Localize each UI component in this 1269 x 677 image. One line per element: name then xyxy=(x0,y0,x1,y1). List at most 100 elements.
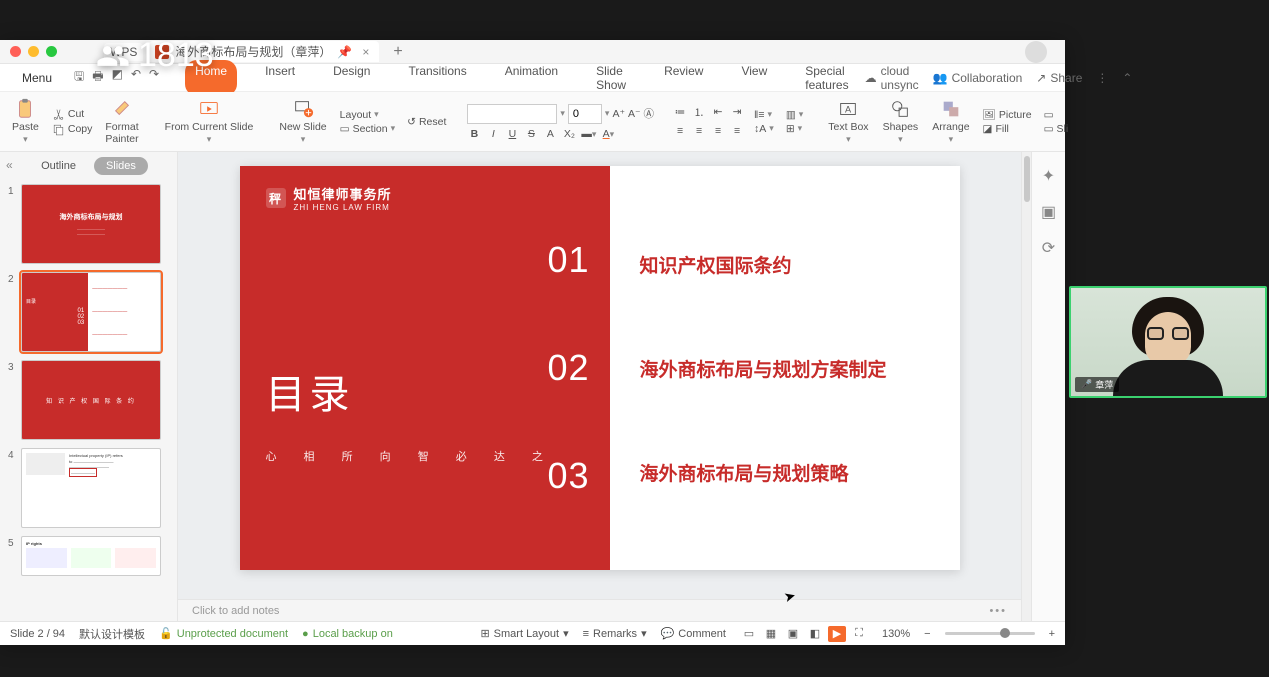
highlight-color-button[interactable]: ▬▾ xyxy=(581,128,596,140)
webcam-feed[interactable]: 🎤 章萍 xyxy=(1069,286,1267,398)
fill-button[interactable]: ◪ Fill xyxy=(983,123,1032,135)
protection-status[interactable]: 🔓 Unprotected document xyxy=(159,627,288,640)
subscript-button[interactable]: X₂ xyxy=(562,128,576,140)
new-slide-button[interactable]: New Slide▾ xyxy=(275,98,330,145)
underline-button[interactable]: U xyxy=(505,128,519,140)
share-button[interactable]: ↗ Share xyxy=(1036,71,1082,85)
slide-thumbnail-3[interactable]: 知 识 产 权 国 际 条 约 xyxy=(21,360,161,440)
reset-button[interactable]: ↺ Reset xyxy=(407,116,446,128)
font-color-button[interactable]: A▾ xyxy=(601,128,615,140)
font-family-input[interactable] xyxy=(467,104,557,124)
remarks-button[interactable]: ≡ Remarks ▾ xyxy=(583,627,647,640)
pin-icon[interactable]: 📌 xyxy=(337,45,352,59)
arrange-button[interactable]: Arrange▾ xyxy=(928,98,973,145)
text-box-button[interactable]: A Text Box▾ xyxy=(824,98,872,145)
text-direction-button[interactable]: ↕A▾ xyxy=(754,123,774,135)
reading-view-icon[interactable]: ▣ xyxy=(784,626,802,642)
comment-button[interactable]: 💬 Comment xyxy=(661,627,726,640)
ribbon-tab-insert[interactable]: Insert xyxy=(255,60,305,96)
text-effect-button[interactable]: A xyxy=(543,128,557,140)
align-left-icon[interactable]: ≡ xyxy=(672,123,688,139)
qat-save-icon[interactable]: 🖫 xyxy=(74,67,84,88)
chevron-down-icon[interactable]: ▾ xyxy=(605,108,610,119)
ribbon-tab-special[interactable]: Special features xyxy=(795,60,858,96)
fit-view-icon[interactable]: ⛶ xyxy=(850,626,868,642)
backup-status[interactable]: ● Local backup on xyxy=(302,628,393,640)
slide-canvas[interactable]: 秤 知恒律师事务所 ZHI HENG LAW FIRM 目录 心 相 所 向 智… xyxy=(178,152,1021,599)
slide-thumbnail-1[interactable]: 海外商标布局与规划—————————————— xyxy=(21,184,161,264)
tab-close-button[interactable]: × xyxy=(358,45,373,59)
kebab-menu-icon[interactable]: ⋮ xyxy=(1096,71,1108,85)
slideshow-play-icon[interactable]: ▶ xyxy=(828,626,846,642)
user-avatar[interactable] xyxy=(1025,41,1047,63)
section-button[interactable]: ▭ Section▾ xyxy=(340,123,395,135)
picture-button[interactable]: 🖼 Picture xyxy=(983,108,1032,121)
increase-indent-icon[interactable]: ⇥ xyxy=(729,104,745,120)
window-minimize-button[interactable] xyxy=(28,46,39,57)
magic-icon[interactable]: ✦ xyxy=(1042,166,1055,186)
notes-view-icon[interactable]: ◧ xyxy=(806,626,824,642)
slide-thumbnail-2[interactable]: 目录010203 ————————————————————— xyxy=(21,272,161,352)
current-slide[interactable]: 秤 知恒律师事务所 ZHI HENG LAW FIRM 目录 心 相 所 向 智… xyxy=(240,166,960,570)
from-current-slide-button[interactable]: From Current Slide▾ xyxy=(161,98,258,145)
columns-button[interactable]: ▥▾ xyxy=(786,109,803,121)
paste-button[interactable]: Paste▾ xyxy=(8,98,43,145)
cut-button[interactable]: Cut xyxy=(52,108,93,121)
align-objects-button[interactable]: ⊞▾ xyxy=(786,123,803,135)
slide-size-button[interactable]: ▭ Sli xyxy=(1044,123,1069,135)
outline-button[interactable]: ▭ xyxy=(1044,109,1069,121)
zoom-level[interactable]: 130% xyxy=(882,628,910,640)
line-spacing-button[interactable]: ‖≡▾ xyxy=(754,109,774,121)
collaboration-button[interactable]: 👥 Collaboration xyxy=(933,71,1023,85)
slides-tab[interactable]: Slides xyxy=(94,157,148,175)
ribbon-tab-animation[interactable]: Animation xyxy=(495,60,568,96)
slide-counter[interactable]: Slide 2 / 94 xyxy=(10,628,65,640)
layout-button[interactable]: Layout▾ xyxy=(340,109,395,121)
bold-button[interactable]: B xyxy=(467,128,481,140)
notes-pane[interactable]: Click to add notes ••• xyxy=(178,599,1021,621)
collapse-panel-icon[interactable]: « xyxy=(6,158,13,172)
ribbon-tab-design[interactable]: Design xyxy=(323,60,380,96)
copy-button[interactable]: Copy xyxy=(52,123,93,136)
thumbnail-list[interactable]: 1 海外商标布局与规划—————————————— 2 目录010203 ———… xyxy=(0,180,177,621)
ribbon-tab-transitions[interactable]: Transitions xyxy=(398,60,476,96)
notes-more-icon[interactable]: ••• xyxy=(989,605,1007,617)
justify-icon[interactable]: ≡ xyxy=(729,123,745,139)
slide-thumbnail-4[interactable]: Intellectual property (IP) refersto ————… xyxy=(21,448,161,528)
zoom-in-icon[interactable]: + xyxy=(1049,628,1055,640)
ribbon-tab-review[interactable]: Review xyxy=(654,60,713,96)
decrease-font-icon[interactable]: A⁻ xyxy=(628,108,641,120)
increase-font-icon[interactable]: A⁺ xyxy=(612,108,625,120)
window-close-button[interactable] xyxy=(10,46,21,57)
menu-button[interactable]: Menu xyxy=(16,71,58,85)
decrease-indent-icon[interactable]: ⇤ xyxy=(710,104,726,120)
zoom-slider[interactable] xyxy=(945,632,1035,635)
refresh-icon[interactable]: ⟳ xyxy=(1042,238,1055,258)
properties-icon[interactable]: ▣ xyxy=(1041,202,1056,222)
window-zoom-button[interactable] xyxy=(46,46,57,57)
align-right-icon[interactable]: ≡ xyxy=(710,123,726,139)
slide-thumbnail-5[interactable]: IP rights xyxy=(21,536,161,576)
numbering-icon[interactable]: ⒈ xyxy=(691,104,707,120)
outline-tab[interactable]: Outline xyxy=(29,157,88,175)
clear-format-icon[interactable]: Ⓐ xyxy=(644,106,655,121)
ribbon-tab-slideshow[interactable]: Slide Show xyxy=(586,60,636,96)
bullets-icon[interactable]: ≔ xyxy=(672,104,688,120)
chevron-down-icon[interactable]: ▾ xyxy=(560,108,565,119)
format-painter-button[interactable]: Format Painter xyxy=(101,98,142,145)
shapes-button[interactable]: Shapes▾ xyxy=(879,98,923,145)
cloud-sync-button[interactable]: ☁ cloud unsync xyxy=(865,64,919,92)
font-size-input[interactable] xyxy=(568,104,602,124)
ribbon-tab-view[interactable]: View xyxy=(731,60,777,96)
thumb-number: 4 xyxy=(8,448,16,528)
strikethrough-button[interactable]: S xyxy=(524,128,538,140)
align-center-icon[interactable]: ≡ xyxy=(691,123,707,139)
vertical-scrollbar[interactable] xyxy=(1021,152,1031,621)
zoom-out-icon[interactable]: − xyxy=(924,628,930,640)
smart-layout-button[interactable]: ⊞ Smart Layout ▾ xyxy=(480,627,568,640)
italic-button[interactable]: I xyxy=(486,128,500,140)
sorter-view-icon[interactable]: ▦ xyxy=(762,626,780,642)
collapse-ribbon-icon[interactable]: ⌃ xyxy=(1122,71,1132,85)
new-tab-button[interactable]: + xyxy=(385,43,410,61)
normal-view-icon[interactable]: ▭ xyxy=(740,626,758,642)
